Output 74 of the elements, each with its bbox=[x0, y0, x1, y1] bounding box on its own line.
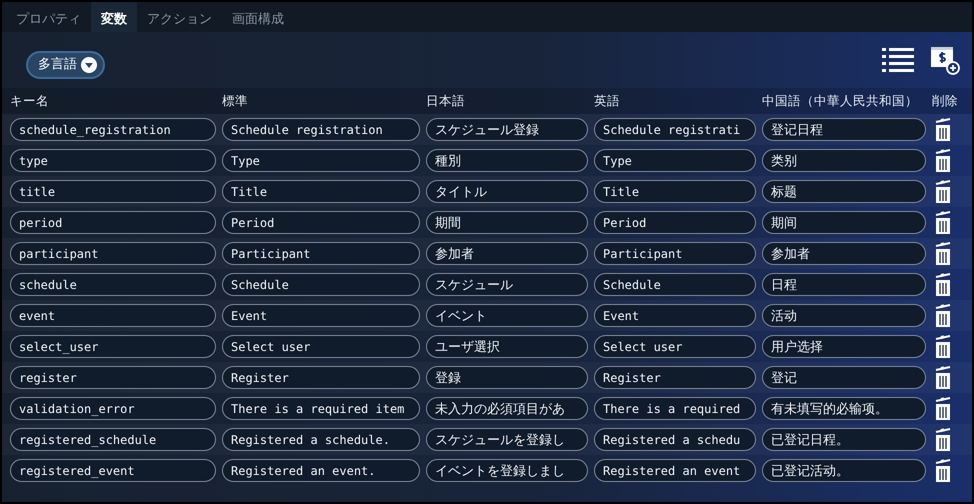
standard-text-field[interactable]: Title bbox=[222, 180, 420, 203]
japanese-text-field[interactable]: スケジュールを登録し bbox=[426, 428, 588, 451]
english-text-field[interactable]: There is a required bbox=[594, 397, 756, 420]
japanese-text-field[interactable]: 登録 bbox=[426, 366, 588, 389]
english-text-field[interactable]: Type bbox=[594, 149, 756, 172]
japanese-text-field[interactable]: 種別 bbox=[426, 149, 588, 172]
chinese-text-field[interactable]: 有未填写的必输项。 bbox=[762, 397, 926, 420]
chinese-text-field[interactable]: 登记日程 bbox=[762, 118, 926, 141]
english-text-field[interactable]: Select user bbox=[594, 335, 756, 358]
key-field[interactable]: registered_event bbox=[10, 459, 216, 482]
chinese-text-field[interactable]: 期间 bbox=[762, 211, 926, 234]
standard-text-field[interactable]: Schedule registration bbox=[222, 118, 420, 141]
column-header: 英語 bbox=[594, 92, 621, 110]
japanese-text-field[interactable]: 期間 bbox=[426, 211, 588, 234]
japanese-text-field[interactable]: イベントを登録しまし bbox=[426, 459, 588, 482]
japanese-text-field[interactable]: ユーザ選択 bbox=[426, 335, 588, 358]
dropdown-icon bbox=[81, 57, 97, 73]
add-money-icon[interactable] bbox=[930, 45, 960, 75]
key-field[interactable]: register bbox=[10, 366, 216, 389]
standard-text-field[interactable]: Type bbox=[222, 149, 420, 172]
key-field[interactable]: event bbox=[10, 304, 216, 327]
chinese-text-field[interactable]: 标题 bbox=[762, 180, 926, 203]
english-text-field[interactable]: Registered an event bbox=[594, 459, 756, 482]
key-field[interactable]: participant bbox=[10, 242, 216, 265]
key-field[interactable]: type bbox=[10, 149, 216, 172]
chinese-text-field[interactable]: 参加者 bbox=[762, 242, 926, 265]
key-field[interactable]: select_user bbox=[10, 335, 216, 358]
japanese-text-field[interactable]: 参加者 bbox=[426, 242, 588, 265]
column-header: 日本語 bbox=[426, 92, 466, 110]
chinese-text-field[interactable]: 用户选择 bbox=[762, 335, 926, 358]
tab[interactable]: 変数 bbox=[91, 2, 137, 32]
english-text-field[interactable]: Registered a schedu bbox=[594, 428, 756, 451]
key-field[interactable]: title bbox=[10, 180, 216, 203]
japanese-text-field[interactable]: イベント bbox=[426, 304, 588, 327]
standard-text-field[interactable]: Period bbox=[222, 211, 420, 234]
standard-text-field[interactable]: Schedule bbox=[222, 273, 420, 296]
key-field[interactable]: registered_schedule bbox=[10, 428, 216, 451]
standard-text-field[interactable]: There is a required item bbox=[222, 397, 420, 420]
column-header: 削除 bbox=[932, 92, 959, 110]
tab[interactable]: 画面構成 bbox=[222, 2, 294, 32]
standard-text-field[interactable]: Event bbox=[222, 304, 420, 327]
list-icon[interactable] bbox=[882, 47, 914, 73]
tab[interactable]: アクション bbox=[137, 2, 222, 32]
multilanguage-button[interactable]: 多言語 bbox=[26, 51, 105, 79]
standard-text-field[interactable]: Registered a schedule. bbox=[222, 428, 420, 451]
column-header: 中国語（中華人民共和国） bbox=[762, 92, 919, 110]
english-text-field[interactable]: Schedule registrati bbox=[594, 118, 756, 141]
chinese-text-field[interactable]: 已登记活动。 bbox=[762, 459, 926, 482]
chinese-text-field[interactable]: 登记 bbox=[762, 366, 926, 389]
column-header: 標準 bbox=[222, 92, 249, 110]
japanese-text-field[interactable]: 未入力の必須項目があ bbox=[426, 397, 588, 420]
standard-text-field[interactable]: Registered an event. bbox=[222, 459, 420, 482]
key-field[interactable]: schedule_registration bbox=[10, 118, 216, 141]
column-header: キー名 bbox=[10, 92, 50, 110]
english-text-field[interactable]: Register bbox=[594, 366, 756, 389]
standard-text-field[interactable]: Participant bbox=[222, 242, 420, 265]
key-field[interactable]: period bbox=[10, 211, 216, 234]
key-field[interactable]: schedule bbox=[10, 273, 216, 296]
standard-text-field[interactable]: Register bbox=[222, 366, 420, 389]
english-text-field[interactable]: Schedule bbox=[594, 273, 756, 296]
japanese-text-field[interactable]: タイトル bbox=[426, 180, 588, 203]
key-field[interactable]: validation_error bbox=[10, 397, 216, 420]
english-text-field[interactable]: Title bbox=[594, 180, 756, 203]
chinese-text-field[interactable]: 类别 bbox=[762, 149, 926, 172]
chinese-text-field[interactable]: 活动 bbox=[762, 304, 926, 327]
standard-text-field[interactable]: Select user bbox=[222, 335, 420, 358]
chinese-text-field[interactable]: 日程 bbox=[762, 273, 926, 296]
tab[interactable]: プロパティ bbox=[6, 2, 91, 32]
japanese-text-field[interactable]: スケジュール登録 bbox=[426, 118, 588, 141]
english-text-field[interactable]: Event bbox=[594, 304, 756, 327]
chinese-text-field[interactable]: 已登记日程。 bbox=[762, 428, 926, 451]
english-text-field[interactable]: Participant bbox=[594, 242, 756, 265]
japanese-text-field[interactable]: スケジュール bbox=[426, 273, 588, 296]
english-text-field[interactable]: Period bbox=[594, 211, 756, 234]
